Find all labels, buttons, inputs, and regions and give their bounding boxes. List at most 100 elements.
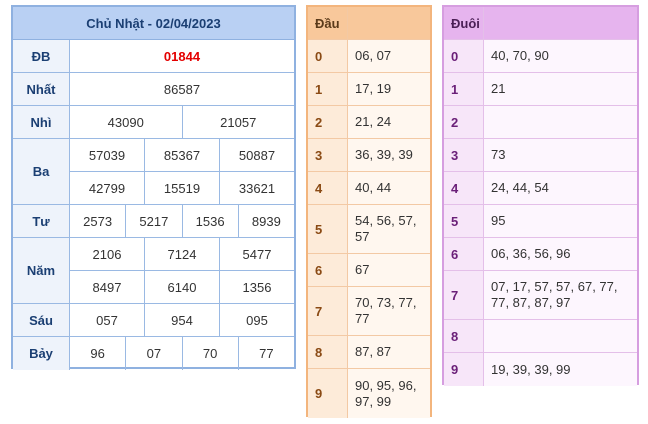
- prize-number: 954: [145, 304, 220, 336]
- duoi-numbers: 95: [484, 205, 637, 237]
- special-prize-number: 01844: [163, 48, 201, 64]
- prize-number: 8497: [70, 271, 145, 303]
- dau-header-blank: [348, 7, 430, 39]
- duoi-row: 6 06, 36, 56, 96: [444, 238, 637, 271]
- prize-row: Ba 57039 85367 50887 42799 15519 33621: [13, 139, 294, 205]
- dau-numbers: 17, 19: [348, 73, 430, 105]
- duoi-row: 2: [444, 106, 637, 139]
- prize-row: Năm 2106 7124 5477 8497 6140 1356: [13, 238, 294, 304]
- prize-label: Tư: [13, 205, 70, 237]
- duoi-numbers: 21: [484, 73, 637, 105]
- prize-number: 86587: [163, 81, 201, 97]
- prize-number: 057: [70, 304, 145, 336]
- duoi-row: 0 40, 70, 90: [444, 40, 637, 73]
- dau-row: 1 17, 19: [308, 73, 430, 106]
- dau-digit: 1: [308, 73, 348, 105]
- duoi-digit: 6: [444, 238, 484, 270]
- prize-row: Sáu 057 954 095: [13, 304, 294, 337]
- prize-number: 2573: [70, 205, 127, 237]
- prize-number: 5477: [242, 246, 272, 262]
- duoi-row: 1 21: [444, 73, 637, 106]
- prize-label: ĐB: [13, 40, 70, 72]
- prize-number: 70: [183, 337, 239, 370]
- dau-digit: 4: [308, 172, 348, 204]
- duoi-row: 5 95: [444, 205, 637, 238]
- dau-digit: 0: [308, 40, 348, 72]
- duoi-digit: 8: [444, 320, 484, 352]
- prize-number: 8939: [251, 213, 281, 229]
- prize-row: Bảy 96 07 70 77: [13, 337, 294, 370]
- dau-row: 9 90, 95, 96, 97, 99: [308, 369, 430, 418]
- duoi-numbers: 24, 44, 54: [484, 172, 637, 204]
- duoi-numbers: [484, 106, 637, 138]
- dau-row: 8 87, 87: [308, 336, 430, 369]
- dau-numbers: 70, 73, 77, 77: [348, 287, 430, 335]
- duoi-row: 3 73: [444, 139, 637, 172]
- dau-table: Đầu 0 06, 07 1 17, 19 2 21, 24 3 36, 39, 39 4 40, …: [306, 5, 432, 418]
- duoi-row: 4 24, 44, 54: [444, 172, 637, 205]
- dau-numbers: 90, 95, 96, 97, 99: [348, 369, 430, 418]
- dau-row: 0 06, 07: [308, 40, 430, 73]
- prize-number: 5217: [126, 205, 183, 237]
- duoi-table: Đuôi 0 40, 70, 90 1 21 2 3 73 4 24, 44, 54 5 95 6 06,…: [442, 5, 639, 386]
- duoi-numbers: [484, 320, 637, 352]
- prize-row: Tư 2573 5217 1536 8939: [13, 205, 294, 238]
- prize-row: ĐB 01844: [13, 40, 294, 73]
- prize-label: Sáu: [13, 304, 70, 336]
- dau-row: 4 40, 44: [308, 172, 430, 205]
- dau-row: 6 67: [308, 254, 430, 287]
- dau-numbers: 06, 07: [348, 40, 430, 72]
- dau-numbers: 67: [348, 254, 430, 286]
- prize-row: Nhất 86587: [13, 73, 294, 106]
- prize-number: 57039: [70, 139, 145, 171]
- prize-number: 42799: [70, 172, 145, 204]
- duoi-digit: 0: [444, 40, 484, 72]
- prize-number: 77: [259, 346, 274, 361]
- dau-numbers: 40, 44: [348, 172, 430, 204]
- dau-digit: 2: [308, 106, 348, 138]
- dau-numbers: 87, 87: [348, 336, 430, 368]
- dau-numbers: 36, 39, 39: [348, 139, 430, 171]
- prize-number: 7124: [145, 238, 220, 270]
- duoi-numbers: 06, 36, 56, 96: [484, 238, 637, 270]
- results-title: Chủ Nhật - 02/04/2023: [13, 7, 294, 40]
- dau-digit: 8: [308, 336, 348, 368]
- prize-number: 96: [70, 337, 127, 370]
- dau-numbers: 21, 24: [348, 106, 430, 138]
- duoi-numbers: 40, 70, 90: [484, 40, 637, 72]
- duoi-digit: 9: [444, 353, 484, 386]
- prize-number: 1536: [183, 205, 239, 237]
- prize-number: 095: [246, 312, 268, 328]
- prize-number: 21057: [220, 114, 257, 130]
- duoi-header: Đuôi: [444, 7, 637, 40]
- prize-label: Năm: [13, 238, 70, 303]
- dau-row: 3 36, 39, 39: [308, 139, 430, 172]
- results-table: Chủ Nhật - 02/04/2023 ĐB 01844 Nhất 86587 Nh…: [11, 5, 296, 370]
- duoi-row: 7 07, 17, 57, 57, 67, 77, 77, 87, 87, 97: [444, 271, 637, 320]
- prize-number: 85367: [145, 139, 220, 171]
- dau-row: 2 21, 24: [308, 106, 430, 139]
- duoi-digit: 7: [444, 271, 484, 319]
- prize-number: 07: [126, 337, 183, 370]
- duoi-header-blank: [484, 7, 637, 39]
- prize-number: 33621: [238, 180, 276, 196]
- dau-row: 7 70, 73, 77, 77: [308, 287, 430, 336]
- prize-number: 6140: [145, 271, 220, 303]
- prize-number: 1356: [242, 279, 272, 295]
- duoi-digit: 1: [444, 73, 484, 105]
- dau-header: Đầu: [308, 7, 430, 40]
- duoi-digit: 3: [444, 139, 484, 171]
- dau-digit: 9: [308, 369, 348, 418]
- duoi-row: 9 19, 39, 39, 99: [444, 353, 637, 386]
- prize-label: Nhì: [13, 106, 70, 138]
- duoi-numbers: 73: [484, 139, 637, 171]
- prize-label: Bảy: [13, 337, 70, 370]
- duoi-numbers: 19, 39, 39, 99: [484, 353, 637, 386]
- prize-number: 50887: [238, 147, 276, 163]
- prize-number: 15519: [145, 172, 220, 204]
- prize-number: 2106: [70, 238, 145, 270]
- duoi-header-label: Đuôi: [444, 7, 484, 39]
- dau-digit: 7: [308, 287, 348, 335]
- duoi-digit: 5: [444, 205, 484, 237]
- duoi-row: 8: [444, 320, 637, 353]
